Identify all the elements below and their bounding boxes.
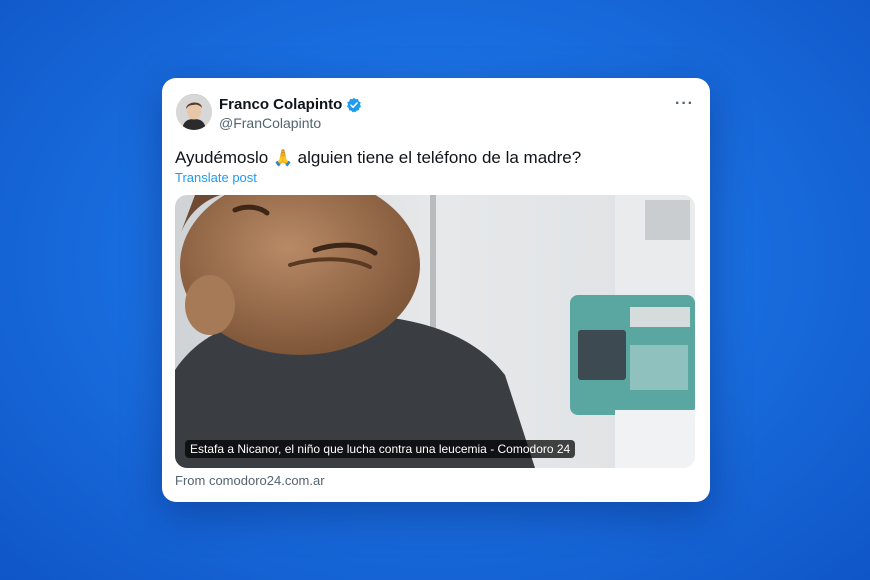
avatar[interactable]: [176, 94, 212, 130]
author-handle[interactable]: @FranColapinto: [219, 115, 321, 131]
more-options-icon[interactable]: ···: [675, 95, 694, 113]
author-row: Franco Colapinto: [219, 96, 362, 113]
verified-badge-icon: [346, 97, 362, 113]
photo-illustration: [175, 195, 695, 468]
post-text-start: Ayudémoslo: [175, 148, 269, 167]
link-card-image[interactable]: Estafa a Nicanor, el niño que lucha cont…: [175, 195, 695, 468]
post-text: Ayudémoslo 🙏 alguien tiene el teléfono d…: [175, 148, 581, 168]
link-source[interactable]: From comodoro24.com.ar: [175, 473, 325, 488]
author-name[interactable]: Franco Colapinto: [219, 96, 342, 113]
post-text-end: alguien tiene el teléfono de la madre?: [297, 148, 582, 167]
praying-hands-icon: 🙏: [272, 150, 293, 167]
link-card-caption: Estafa a Nicanor, el niño que lucha cont…: [185, 440, 576, 458]
translate-post-link[interactable]: Translate post: [175, 170, 257, 185]
tweet-card: Franco Colapinto @FranColapinto ··· Ayud…: [162, 78, 710, 502]
